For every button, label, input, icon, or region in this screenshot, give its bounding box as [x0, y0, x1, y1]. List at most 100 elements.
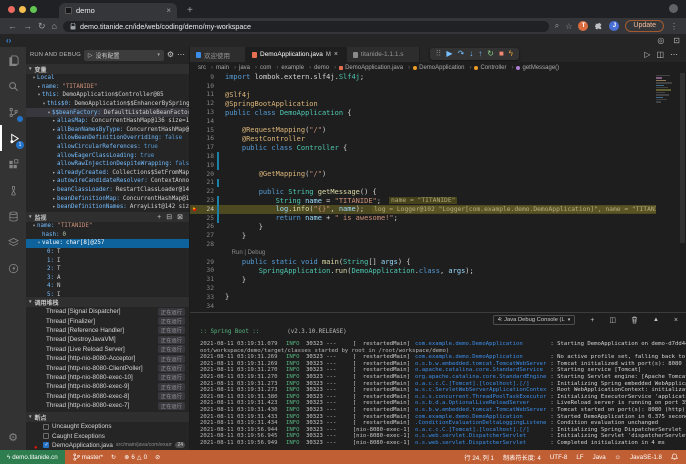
collapse-all-icon[interactable]: ⊟ [166, 213, 172, 221]
address-bar[interactable]: demo.titanide.cn/ide/web/coding/demo/my-… [63, 21, 549, 32]
editor-tab[interactable]: DemoApplication.java M [246, 47, 347, 62]
close-window-button[interactable] [8, 6, 15, 13]
step-out-icon[interactable]: ↑ [478, 50, 482, 58]
thread-row[interactable]: Thread [http-nio-8080-ClientPoller] 正在运行 [26, 363, 189, 372]
code-line[interactable]: 10 [190, 82, 656, 91]
breadcrumb-item[interactable]: DemoApplication [413, 65, 474, 71]
code-line[interactable]: 19 [190, 161, 656, 170]
restart-icon[interactable]: ↻ [487, 50, 494, 58]
database-icon[interactable] [0, 203, 26, 229]
breakpoint-gutter-icon[interactable] [190, 205, 199, 213]
profile-icon[interactable] [669, 4, 678, 13]
variable-row[interactable]: beanDefinitionMap: ConcurrentHashMap@141… [26, 194, 189, 203]
notifications-bell-icon[interactable] [671, 453, 678, 461]
breakpoints-section-header[interactable]: 断点 [26, 411, 189, 422]
update-button[interactable]: Update [625, 20, 664, 32]
code-line[interactable]: 30 SpringApplication.run(DemoApplication… [190, 267, 656, 276]
thread-row[interactable]: Thread [DestroyJavaVM] 正在运行 [26, 335, 189, 344]
bookmark-star-icon[interactable]: ☆ [565, 22, 572, 31]
watch-row[interactable]: 1: I [26, 256, 189, 265]
thread-row[interactable]: Thread [Live Reload Server] 正在运行 [26, 345, 189, 354]
thread-row[interactable]: Thread [http-nio-8080-Acceptor] 正在运行 [26, 354, 189, 363]
code-line[interactable]: 16 @RestController [190, 135, 656, 144]
add-watch-icon[interactable]: + [157, 214, 161, 221]
breadcrumb-item[interactable]: Controller [474, 65, 516, 71]
variable-row[interactable]: name: "TITANIDE" [26, 83, 189, 92]
code-line[interactable]: 9 import lombok.extern.slf4j.Slf4j; [190, 73, 656, 82]
problems-item[interactable]: ⊗ 6 △ 0 [124, 454, 147, 461]
tab-close-icon[interactable]: × [166, 7, 171, 15]
step-into-icon[interactable]: ↓ [469, 50, 473, 58]
code-line[interactable]: 12 @SpringBootApplication [190, 99, 656, 108]
home-icon[interactable]: ⌂ [52, 22, 57, 31]
cursor-position[interactable]: 行 24, 列 1 [464, 453, 494, 462]
code-line[interactable]: 11 @Slf4j [190, 91, 656, 100]
remote-indicator[interactable]: ϟ demo.titanide.cn [0, 450, 65, 464]
close-panel-icon[interactable]: × [674, 317, 678, 324]
code-line[interactable]: 21 [190, 179, 656, 188]
code-line[interactable]: 17 public class Controller { [190, 143, 656, 152]
thread-row[interactable]: Thread [http-nio-8080-exec-10] 正在运行 [26, 373, 189, 382]
thread-row[interactable]: Thread [Finalizer] 正在运行 [26, 316, 189, 325]
terminal-output[interactable]: :: Spring Boot :: (v2.3.10.RELEASE) 2021… [190, 327, 686, 450]
code-line[interactable]: 22 public String getMessage() { [190, 187, 656, 196]
variable-row[interactable]: allBeanNamesByType: ConcurrentHashMap@13… [26, 126, 189, 135]
run-and-debug-icon[interactable]: 1 [0, 125, 26, 151]
remove-all-watch-icon[interactable]: ⊠ [177, 213, 183, 221]
reload-icon[interactable]: ↻ [38, 22, 46, 31]
code-line[interactable]: 32 [190, 284, 656, 293]
watch-row[interactable]: 2: T [26, 265, 189, 274]
code-line[interactable]: 31 } [190, 275, 656, 284]
code-line[interactable]: 28 [190, 240, 656, 249]
breadcrumb-item[interactable]: getMessage() [516, 65, 567, 71]
breakpoint-checkbox[interactable] [43, 424, 49, 430]
fullscreen-icon[interactable]: ⊡ [673, 36, 680, 45]
code-line[interactable]: Run | Debug [190, 249, 656, 258]
screencast-toggle-icon[interactable]: ◎ [657, 36, 664, 45]
code-line[interactable]: 18 [190, 152, 656, 161]
sync-icon[interactable]: ↻ [111, 454, 116, 461]
variable-row[interactable]: this$0: DemoApplication$$EnhancerBySprin… [26, 100, 189, 109]
browser-menu-kebab-icon[interactable]: ⋮ [670, 22, 678, 31]
breakpoint-row[interactable]: DemoApplication.java src/main/java/com/e… [26, 441, 189, 450]
breadcrumb-item[interactable]: DemoApplication.java [339, 65, 413, 71]
code-line[interactable]: 33 } [190, 293, 656, 302]
split-terminal-icon[interactable]: ◫ [609, 316, 616, 324]
close-tab-icon[interactable] [334, 51, 340, 58]
puzzle-extensions-icon[interactable] [594, 22, 603, 31]
variable-row[interactable]: allowBeanDefinitionOverriding: false [26, 134, 189, 143]
code-line[interactable]: 14 [190, 117, 656, 126]
avatar[interactable]: J [609, 21, 619, 31]
watch-row[interactable]: value: char[8]@257 [26, 239, 189, 248]
layers-icon[interactable] [0, 229, 26, 255]
thread-row[interactable]: Thread [Signal Dispatcher] 正在运行 [26, 307, 189, 316]
encoding[interactable]: UTF-8 [550, 454, 568, 461]
code-line[interactable]: 13 public class DemoApplication { [190, 108, 656, 117]
code-line[interactable]: 29 public static void main(String[] args… [190, 258, 656, 267]
code-line[interactable]: 23 String name = "TITANIDE"; name = "TIT… [190, 196, 656, 205]
search-icon[interactable]: ⌕ [555, 21, 559, 31]
git-branch-item[interactable]: master* [73, 453, 103, 461]
variable-row[interactable]: allowRawInjectionDespiteWrapping: false [26, 160, 189, 169]
breadcrumb-item[interactable]: src [198, 65, 216, 71]
back-icon[interactable]: ← [8, 22, 17, 31]
code-line[interactable]: 27 } [190, 231, 656, 240]
hot-code-replace-icon[interactable]: ϟ [509, 50, 513, 58]
watch-row[interactable]: 3: A [26, 274, 189, 283]
maximize-panel-icon[interactable]: ▲ [653, 317, 659, 323]
editor-scrollbar[interactable] [679, 73, 686, 312]
watch-row[interactable]: name: "TITANIDE" [26, 222, 189, 231]
variable-row[interactable]: beanDefinitionNames: ArrayList@142 size=… [26, 203, 189, 211]
thread-row[interactable]: Thread [http-nio-8080-exec-7] 正在运行 [26, 401, 189, 410]
more-actions-icon[interactable]: ⋯ [177, 51, 185, 59]
breadcrumb-item[interactable]: main [216, 65, 239, 71]
kill-terminal-trash-icon[interactable] [631, 316, 638, 324]
thread-row[interactable]: Thread [http-nio-8080-exec-8] 正在运行 [26, 392, 189, 401]
java-status-smiley-icon[interactable]: ☺ [615, 454, 621, 461]
variable-row[interactable]: Local [26, 74, 189, 83]
breadcrumb-item[interactable]: demo [314, 65, 339, 71]
variable-row[interactable]: allowCircularReferences: true [26, 143, 189, 152]
breadcrumb-item[interactable]: com [260, 65, 281, 71]
step-over-icon[interactable]: ↷ [458, 50, 465, 58]
drag-grip-icon[interactable]: ⠿ [436, 50, 442, 58]
